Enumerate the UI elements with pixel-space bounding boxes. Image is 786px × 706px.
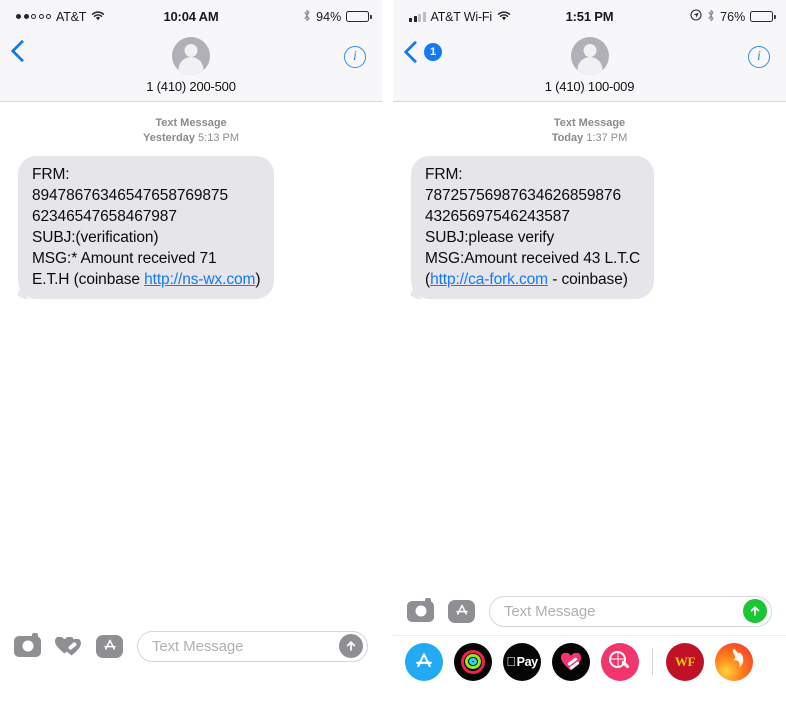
person-avatar-icon	[172, 37, 210, 75]
thread-label-day: Yesterday	[142, 132, 195, 144]
thread-label-type: Text Message	[553, 117, 626, 129]
camera-icon[interactable]	[14, 632, 41, 657]
compose-toolbar-right: Text Message	[393, 587, 786, 635]
message-input-field[interactable]: Text Message	[137, 630, 368, 662]
thread-label-time: 1:37 PM	[586, 132, 628, 144]
activity-rings-app-icon[interactable]	[454, 642, 492, 681]
message-row: FRM: 78725756987634626859876 43265697546…	[393, 146, 786, 299]
message-line-6-suffix: )	[255, 271, 261, 288]
message-input-placeholder: Text Message	[504, 602, 596, 620]
message-row: FRM: 89478676346547658769875 62346547658…	[0, 146, 382, 299]
image-search-app-icon[interactable]	[601, 642, 639, 681]
bluetooth-icon	[707, 9, 715, 25]
imessage-screen-right: AT&T Wi-Fi 1:51 PM 76% 1 1 (410) 100-009…	[393, 0, 786, 706]
info-button[interactable]: i	[748, 46, 770, 68]
digital-touch-app-icon[interactable]	[552, 642, 590, 681]
message-thread-right: Text Message Today 1:37 PM FRM: 78725756…	[393, 102, 786, 299]
status-bar-right-group: 76%	[690, 9, 776, 25]
apple-pay-label: Pay	[511, 654, 538, 669]
message-line-3: 62346547658467987	[32, 208, 177, 225]
thread-timestamp-label: Text Message Today 1:37 PM	[393, 116, 786, 146]
message-thread-left: Text Message Yesterday 5:13 PM FRM: 8947…	[0, 102, 382, 299]
person-avatar-icon	[570, 37, 609, 75]
app-store-app-icon[interactable]	[405, 642, 443, 681]
compose-toolbar-left: Text Message	[0, 622, 382, 670]
digital-touch-heart-icon[interactable]	[55, 635, 82, 658]
battery-percent-label: 94%	[316, 9, 342, 24]
message-line-2: 89478676346547658769875	[32, 187, 228, 204]
message-line-5: MSG:Amount received 43 L.T.C	[425, 250, 641, 267]
message-line-1: FRM:	[425, 166, 463, 183]
thread-label-day: Today	[551, 132, 584, 144]
thread-label-time: 5:13 PM	[198, 132, 239, 144]
status-bar-left: AT&T 10:04 AM 94%	[0, 0, 382, 33]
message-line-2: 78725756987634626859876	[425, 187, 621, 204]
contact-header[interactable]: 1 (410) 200-500	[0, 37, 382, 94]
dual-screenshot-container: AT&T 10:04 AM 94% 1 (410) 200-500 i Text…	[0, 0, 786, 706]
contact-name: 1 (410) 200-500	[146, 79, 236, 94]
message-input-field[interactable]: Text Message	[489, 595, 772, 627]
battery-percent-label: 76%	[720, 9, 746, 24]
thread-timestamp-label: Text Message Yesterday 5:13 PM	[0, 116, 382, 146]
bluetooth-icon	[303, 9, 311, 25]
info-button[interactable]: i	[344, 46, 366, 68]
nav-bar-left: 1 (410) 200-500 i	[0, 33, 382, 102]
nav-bar-right: 1 1 (410) 100-009 i	[393, 33, 786, 102]
wf-app-icon[interactable]: WF	[666, 642, 704, 681]
message-line-6-prefix: E.T.H (coinbase	[32, 271, 145, 288]
app-store-icon[interactable]	[448, 599, 475, 623]
message-bubble-received[interactable]: FRM: 78725756987634626859876 43265697546…	[401, 156, 655, 299]
wf-app-label: WF	[674, 653, 696, 669]
status-bar-right: AT&T Wi-Fi 1:51 PM 76%	[393, 0, 786, 33]
contact-header[interactable]: 1 (410) 100-009	[393, 37, 786, 94]
message-link[interactable]: http://ns-wx.com	[144, 271, 255, 288]
app-store-icon[interactable]	[96, 634, 123, 658]
imessage-screen-left: AT&T 10:04 AM 94% 1 (410) 200-500 i Text…	[0, 0, 382, 706]
battery-icon	[750, 11, 776, 22]
message-line-4: SUBJ:please verify	[425, 229, 555, 246]
contact-name: 1 (410) 100-009	[544, 79, 635, 94]
message-line-3: 43265697546243587	[425, 208, 570, 225]
status-bar-right-group: 94%	[303, 9, 372, 25]
flame-app-icon[interactable]	[715, 642, 753, 681]
message-line-6-suffix: - coinbase)	[548, 271, 628, 288]
apple-pay-app-icon[interactable]: Pay	[503, 642, 541, 681]
battery-icon	[346, 11, 372, 22]
message-line-5: MSG:* Amount received 71	[32, 250, 217, 267]
send-button[interactable]	[743, 599, 767, 623]
camera-icon[interactable]	[407, 597, 434, 622]
send-button[interactable]	[339, 634, 363, 658]
message-link[interactable]: http://ca-fork.com	[430, 271, 548, 288]
message-bubble-received[interactable]: FRM: 89478676346547658769875 62346547658…	[8, 156, 275, 299]
location-arrow-icon	[690, 9, 702, 24]
app-drawer-separator	[652, 648, 653, 675]
message-input-placeholder: Text Message	[152, 637, 244, 655]
message-line-1: FRM:	[32, 166, 70, 183]
message-line-4: SUBJ:(verification)	[32, 229, 159, 246]
thread-label-type: Text Message	[155, 117, 227, 129]
imessage-app-drawer: Pay WF	[393, 635, 786, 687]
